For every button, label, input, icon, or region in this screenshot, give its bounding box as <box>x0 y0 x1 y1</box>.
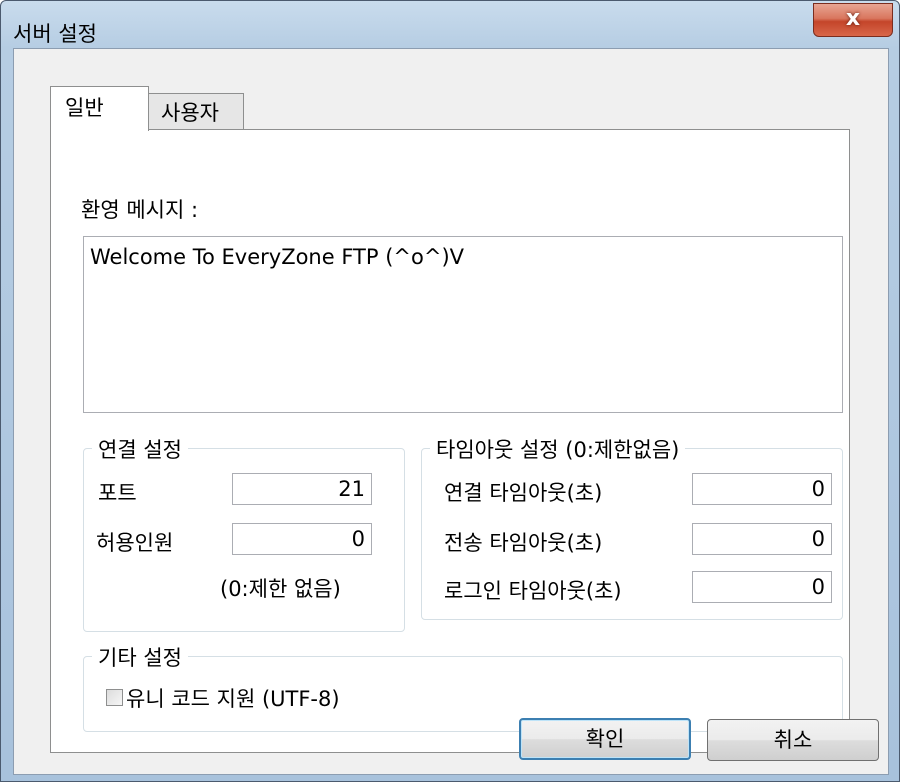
connection-settings-title: 연결 설정 <box>92 434 188 464</box>
tab-general[interactable]: 일반 <box>50 86 149 131</box>
ok-button[interactable]: 확인 <box>519 718 691 760</box>
connection-settings-group: 연결 설정 포트 21 허용인원 0 (0:제한 없음) <box>83 434 405 632</box>
unicode-label[interactable]: 유니 코드 지원 (UTF-8) <box>126 683 340 713</box>
welcome-message-label: 환영 메시지 : <box>81 198 199 222</box>
login-timeout-label: 로그인 타임아웃(초) <box>444 579 622 603</box>
title-bar[interactable]: 서버 설정 x <box>1 1 901 49</box>
dialog-window: 서버 설정 x 일반 사용자 환영 메시지 : Welcome To Every… <box>0 0 900 782</box>
max-users-input[interactable]: 0 <box>232 523 372 555</box>
tab-general-label: 일반 <box>65 96 104 120</box>
port-label: 포트 <box>98 481 137 505</box>
login-timeout-input[interactable]: 0 <box>692 571 832 603</box>
cancel-button[interactable]: 취소 <box>707 719 879 761</box>
max-users-note: (0:제한 없음) <box>220 577 341 601</box>
window-title: 서버 설정 <box>13 22 97 46</box>
tab-user-label: 사용자 <box>161 101 219 125</box>
connect-timeout-input[interactable]: 0 <box>692 473 832 505</box>
close-icon: x <box>845 6 861 31</box>
timeout-settings-title: 타임아웃 설정 (0:제한없음) <box>430 434 686 464</box>
transfer-timeout-input[interactable]: 0 <box>692 523 832 555</box>
transfer-timeout-label: 전송 타임아웃(초) <box>444 531 603 555</box>
other-settings-title: 기타 설정 <box>92 642 188 672</box>
tab-user[interactable]: 사용자 <box>148 93 244 131</box>
connect-timeout-label: 연결 타임아웃(초) <box>444 481 603 505</box>
close-button[interactable]: x <box>813 3 893 37</box>
welcome-message-input[interactable]: Welcome To EveryZone FTP (^o^)V <box>83 236 843 413</box>
dialog-client-area: 일반 사용자 환영 메시지 : Welcome To EveryZone FTP… <box>13 48 889 775</box>
timeout-settings-group: 타임아웃 설정 (0:제한없음) 연결 타임아웃(초) 0 전송 타임아웃(초)… <box>421 434 843 620</box>
max-users-label: 허용인원 <box>96 531 174 555</box>
unicode-checkbox[interactable] <box>106 689 123 706</box>
port-input[interactable]: 21 <box>232 473 372 505</box>
tab-panel-general: 환영 메시지 : Welcome To EveryZone FTP (^o^)V… <box>50 129 850 753</box>
